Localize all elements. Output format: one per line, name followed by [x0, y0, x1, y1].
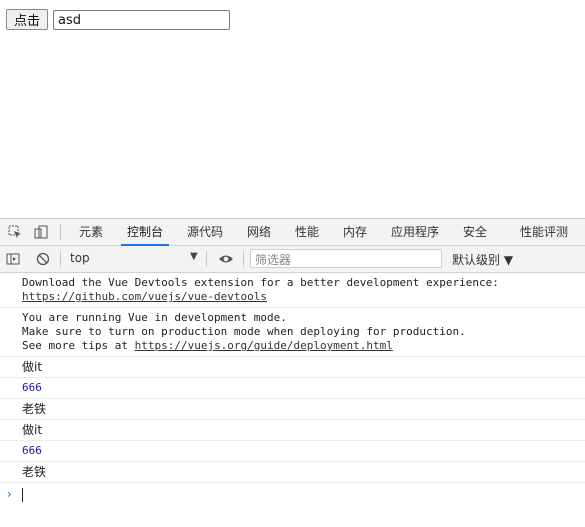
devtools-tabbar: 元素 控制台 源代码 网络 性能 内存 应用程序 安全 性能评测 [0, 219, 585, 246]
tab-console[interactable]: 控制台 [120, 219, 170, 246]
console-log: 老铁 [0, 462, 585, 483]
console-log: 老铁 [0, 399, 585, 420]
tab-memory[interactable]: 内存 [343, 219, 367, 245]
filter-separator [206, 251, 207, 267]
text-caret [22, 488, 23, 502]
console-log: 666 [0, 441, 585, 462]
chevron-down-icon[interactable]: ▼ [190, 251, 198, 262]
message-text: Download the Vue Devtools extension for … [22, 276, 499, 289]
tab-application[interactable]: 应用程序 [391, 219, 439, 245]
tab-elements[interactable]: 元素 [79, 219, 103, 245]
prompt-chevron-icon: › [7, 487, 12, 501]
sidebar-toggle-icon[interactable] [6, 252, 20, 266]
console-message: You are running Vue in development mode.… [0, 308, 585, 357]
filter-separator [243, 251, 244, 267]
tab-security[interactable]: 安全 [463, 219, 487, 245]
console-log: 做it [0, 357, 585, 378]
filter-separator [60, 251, 61, 267]
console-log: 666 [0, 378, 585, 399]
inspect-element-icon[interactable] [8, 225, 22, 239]
tab-network[interactable]: 网络 [247, 219, 271, 245]
console-log: 做it [0, 420, 585, 441]
tab-sources[interactable]: 源代码 [187, 219, 223, 245]
console-prompt[interactable]: › [0, 483, 585, 505]
devtools-panel: 元素 控制台 源代码 网络 性能 内存 应用程序 安全 性能评测 top ▼ 筛… [0, 218, 585, 527]
text-input[interactable]: asd [53, 10, 230, 30]
log-levels-dropdown[interactable]: 默认级别 ▼ [452, 251, 513, 268]
console-filterbar: top ▼ 筛选器 默认级别 ▼ [0, 246, 585, 273]
message-text: See more tips at [22, 339, 135, 352]
vue-deployment-link[interactable]: https://vuejs.org/guide/deployment.html [135, 339, 393, 352]
console-message: Download the Vue Devtools extension for … [0, 273, 585, 308]
message-text: You are running Vue in development mode. [22, 311, 287, 324]
tab-separator [60, 224, 61, 240]
context-select[interactable]: top [70, 251, 90, 265]
device-toolbar-icon[interactable] [34, 225, 48, 239]
vue-devtools-link[interactable]: https://github.com/vuejs/vue-devtools [22, 290, 267, 303]
console-output: Download the Vue Devtools extension for … [0, 273, 585, 505]
eye-icon[interactable] [218, 252, 234, 266]
tab-performance[interactable]: 性能 [295, 219, 319, 245]
filter-input[interactable]: 筛选器 [250, 249, 442, 268]
message-text: Make sure to turn on production mode whe… [22, 325, 466, 338]
click-button[interactable]: 点击 [6, 9, 48, 30]
page-content: 点击 asd [0, 0, 585, 218]
tab-audits[interactable]: 性能评测 [520, 219, 568, 245]
clear-console-icon[interactable] [36, 252, 50, 266]
